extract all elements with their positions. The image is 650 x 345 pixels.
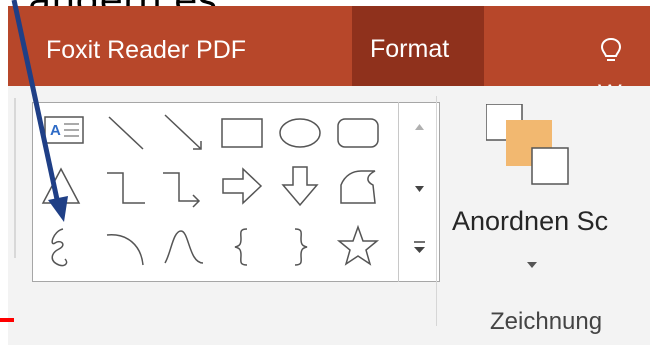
curve-icon[interactable] (161, 223, 207, 269)
arrange-icon[interactable] (485, 103, 576, 186)
tab-foxit-reader-pdf[interactable]: Foxit Reader PDF (28, 28, 264, 80)
annotation-red-line (0, 318, 14, 322)
scroll-down-icon (415, 186, 424, 192)
rounded-rectangle-icon[interactable] (335, 109, 381, 155)
triangle-icon[interactable] (41, 163, 87, 209)
rectangle-icon[interactable] (219, 109, 265, 155)
chevron-down-icon[interactable] (527, 262, 537, 268)
left-brace-icon[interactable] (219, 223, 265, 269)
scroll-up-icon (415, 124, 424, 130)
scribble-icon[interactable] (41, 223, 87, 269)
gallery-more-button[interactable] (399, 220, 440, 280)
arc-icon[interactable] (103, 223, 149, 269)
group-separator (436, 96, 437, 326)
arrow-line-icon[interactable] (161, 109, 207, 155)
elbow-arrow-connector-icon[interactable] (161, 163, 207, 209)
elbow-connector-icon[interactable] (103, 163, 149, 209)
tab-tell-me[interactable]: W (580, 28, 650, 108)
arrange-button[interactable]: Anordnen Sc (452, 206, 608, 237)
more-icon (414, 241, 425, 253)
gallery-scrollbar (398, 102, 440, 282)
oval-icon[interactable] (277, 109, 323, 155)
right-brace-icon[interactable] (277, 223, 323, 269)
star-icon[interactable] (335, 223, 381, 269)
freeform-shape-icon[interactable] (335, 163, 381, 209)
group-divider (14, 98, 16, 258)
right-arrow-icon[interactable] (219, 163, 265, 209)
scroll-up-button[interactable] (399, 102, 440, 162)
lightbulb-icon (600, 38, 622, 62)
scroll-down-button[interactable] (399, 162, 440, 222)
line-icon[interactable] (103, 109, 149, 155)
shapes-gallery: A (32, 102, 440, 282)
group-label-zeichnung: Zeichnung (490, 308, 603, 335)
tab-format[interactable]: Format (352, 6, 484, 86)
down-arrow-icon[interactable] (277, 163, 323, 209)
text-box-icon[interactable]: A (41, 109, 87, 155)
svg-text:A: A (50, 122, 61, 139)
